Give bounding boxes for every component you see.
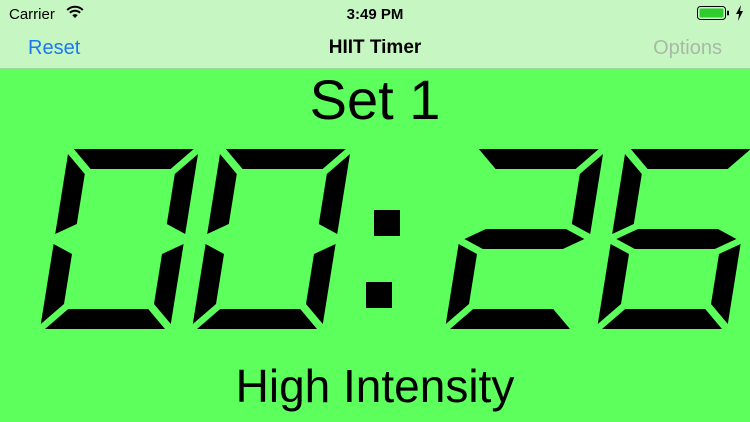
digit-segment-d: [450, 309, 570, 329]
timer-digit: [192, 149, 350, 329]
timer-digit: [597, 149, 750, 329]
digit-segment-d: [197, 309, 317, 329]
timer-digit: [40, 149, 198, 329]
digit-segment-d: [45, 309, 165, 329]
colon-dot-top: [374, 210, 400, 236]
digit-segment-c: [306, 244, 336, 324]
digit-segment-c: [711, 244, 741, 324]
colon-dot-bottom: [366, 282, 392, 308]
digit-segment-f: [207, 154, 237, 234]
digit-segment-f: [612, 154, 642, 234]
digit-segment-f: [55, 154, 85, 234]
digit-segment-g: [616, 229, 737, 249]
digit-segment-a: [225, 149, 346, 169]
digit-segment-g: [464, 229, 585, 249]
digit-segment-a: [73, 149, 194, 169]
digit-segment-c: [154, 244, 184, 324]
digit-segment-d: [602, 309, 722, 329]
phase-label: High Intensity: [235, 360, 515, 412]
digit-segment-a: [478, 149, 599, 169]
digit-segment-a: [630, 149, 750, 169]
timer-digit: [445, 149, 603, 329]
